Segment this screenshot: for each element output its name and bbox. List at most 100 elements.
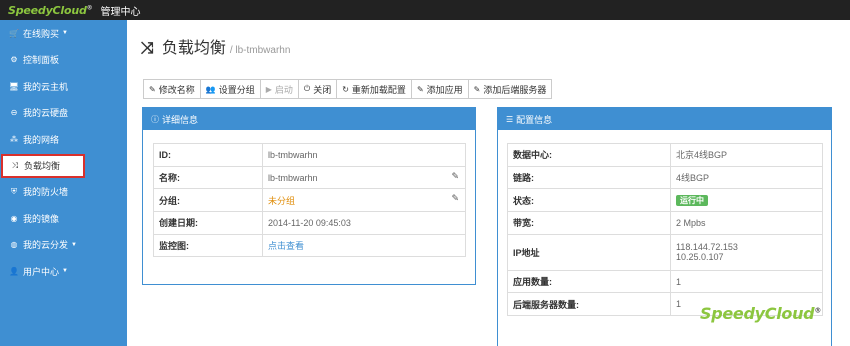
top-bar: SpeedyCloud® 管理中心 (0, 0, 850, 20)
sidebar-item-2[interactable]: 🖥 我的云主机 (0, 73, 127, 100)
row-key: IP地址 (507, 233, 671, 271)
row-value-cell: lb-tmbwarhn (262, 143, 466, 167)
row-key: 分组: (153, 188, 263, 213)
image-icon: ◉ (10, 213, 18, 223)
sidebar-item-6[interactable]: ⛨ 我的防火墙 (0, 179, 127, 206)
toolbar-button-1[interactable]: 👥 设置分组 (199, 79, 261, 99)
sidebar-item-1[interactable]: ⚙ 控制面板 (0, 47, 127, 74)
speedycloud-logo[interactable]: SpeedyCloud® (8, 4, 93, 17)
toolbar-button-label: 重新加载配置 (351, 84, 406, 95)
row-value[interactable]: 点击查看 (268, 241, 304, 251)
detail-panel-header: ⓘ 详细信息 (143, 108, 475, 130)
dashboard-icon: ⚙ (10, 55, 18, 65)
row-value: 2014-11-20 09:45:03 (268, 217, 351, 228)
page-subtitle: / lb-tmbwarhn (229, 45, 291, 56)
action-toolbar: ✎ 修改名称 👥 设置分组 ▶ 启动 ⏻ 关闭 ↻ 重新加载配置 ✎ 添加应用 ✎ 添加后端服务器 (143, 79, 553, 99)
sidebar-item-label: 负载均衡 (24, 161, 61, 171)
user-icon: 👤 (9, 266, 19, 276)
toolbar-button-6[interactable]: ✎ 添加后端服务器 (467, 79, 553, 99)
row-value-cell: 未分组 ✎ (262, 188, 466, 213)
shuffle-icon: ⤨ (11, 160, 19, 170)
row-value: 1 (676, 299, 682, 310)
config-panel-title: 配置信息 (516, 114, 553, 125)
row-value-secondary: 10.25.0.107 (676, 252, 724, 263)
table-row: ID: lb-tmbwarhn (153, 143, 466, 167)
list-icon: ☰ (506, 114, 514, 124)
sidebar-item-label: 我的网络 (23, 134, 60, 145)
table-row: 创建日期: 2014-11-20 09:45:03 (153, 211, 466, 235)
sidebar-item-label: 我的云分发 (23, 240, 69, 251)
sidebar-item-0[interactable]: 🛒 在线购买 ▼ (0, 20, 127, 47)
sidebar-item-8[interactable]: ◍ 我的云分发 ▼ (0, 232, 127, 259)
toolbar-button-4[interactable]: ↻ 重新加载配置 (336, 79, 412, 99)
caret-down-icon: ▼ (71, 241, 77, 248)
network-icon: ⁂ (10, 134, 18, 144)
detail-panel: ⓘ 详细信息 ID: lb-tmbwarhn 名称: lb-tmbwarhn ✎ 分组: 未… (142, 107, 476, 285)
row-value: 118.144.72.153 (676, 242, 738, 253)
info-icon: ⓘ (151, 114, 159, 124)
sidebar-item-9[interactable]: 👤 用户中心 ▼ (0, 258, 127, 285)
row-key: 数据中心: (507, 143, 671, 167)
edit-icon[interactable]: ✎ (451, 193, 459, 204)
row-value: 2 Mpbs (676, 217, 706, 228)
power-icon: ⏻ (303, 84, 311, 93)
table-row: IP地址 118.144.72.153 10.25.0.107 (507, 233, 823, 271)
toolbar-button-label: 启动 (274, 84, 293, 95)
sidebar-item-3[interactable]: ⊖ 我的云硬盘 (0, 100, 127, 127)
sidebar-item-label: 我的云硬盘 (23, 108, 69, 119)
sidebar-item-7[interactable]: ◉ 我的镜像 (0, 205, 127, 232)
toolbar-button-0[interactable]: ✎ 修改名称 (143, 79, 201, 99)
row-value-cell: lb-tmbwarhn ✎ (262, 165, 466, 190)
row-value: 北京4线BGP (676, 150, 728, 161)
speedycloud-watermark-logo: SpeedyCloud® (700, 304, 822, 323)
row-value-cell: 4线BGP (670, 165, 823, 190)
table-row: 监控图: 点击查看 (153, 233, 466, 258)
sidebar-item-label: 我的防火墙 (23, 187, 69, 198)
table-row: 状态: 运行中 (507, 188, 823, 213)
sidebar-item-label: 我的镜像 (23, 213, 60, 224)
caret-down-icon: ▼ (62, 30, 68, 37)
toolbar-button-3[interactable]: ⏻ 关闭 (297, 79, 338, 99)
row-value-cell: 2014-11-20 09:45:03 (262, 211, 466, 235)
toolbar-button-label: 修改名称 (158, 84, 195, 95)
row-key: 链路: (507, 165, 671, 190)
table-row: 带宽: 2 Mpbs (507, 211, 823, 235)
globe-icon: ◍ (10, 240, 18, 250)
detail-panel-title: 详细信息 (162, 114, 199, 125)
toolbar-button-2[interactable]: ▶ 启动 (259, 79, 299, 99)
row-value-cell: 运行中 (670, 188, 823, 213)
cart-icon: 🛒 (9, 28, 19, 38)
status-badge: 运行中 (676, 194, 708, 206)
row-value-cell: 北京4线BGP (670, 143, 823, 167)
row-value-cell: 118.144.72.153 10.25.0.107 (670, 233, 823, 271)
monitor-icon: 🖥 (8, 81, 20, 91)
sidebar-item-label: 我的云主机 (23, 81, 69, 92)
toolbar-button-label: 设置分组 (218, 84, 255, 95)
table-row: 名称: lb-tmbwarhn ✎ (153, 165, 466, 190)
sidebar-item-4[interactable]: ⁂ 我的网络 (0, 126, 127, 153)
sidebar-item-5[interactable]: ⤨ 负载均衡 (1, 153, 85, 178)
row-value-cell: 点击查看 (262, 233, 466, 258)
sidebar-item-label: 控制面板 (23, 55, 60, 66)
app-title: 管理中心 (100, 6, 141, 18)
group-icon: 👥 (205, 84, 216, 94)
toolbar-button-5[interactable]: ✎ 添加应用 (410, 79, 469, 99)
row-key: 监控图: (153, 233, 263, 258)
edit-icon: ✎ (149, 84, 156, 94)
row-value: lb-tmbwarhn (268, 149, 318, 160)
row-value: 未分组 (268, 195, 296, 206)
table-row: 应用数量: 1 (507, 269, 823, 294)
row-key: ID: (153, 143, 263, 167)
table-row: 链路: 4线BGP (507, 165, 823, 190)
row-key: 名称: (153, 165, 263, 190)
reload-icon: ↻ (342, 84, 349, 94)
sidebar: 🛒 在线购买 ▼ ⚙ 控制面板 🖥 我的云主机 ⊖ 我的云硬盘 ⁂ 我的网络 ⤨ 负载均衡 ⛨ 我的防火墙 ◉… (0, 20, 127, 346)
disk-icon: ⊖ (10, 108, 18, 118)
config-table: 数据中心: 北京4线BGP 链路: 4线BGP 状态: 运行中 带宽: 2 Mpbs IP地址 1… (507, 143, 823, 317)
row-value-cell: 1 (670, 269, 823, 294)
toolbar-button-label: 添加后端服务器 (483, 84, 547, 95)
config-panel-header: ☰ 配置信息 (498, 108, 831, 130)
row-value: 4线BGP (676, 173, 710, 184)
row-key: 创建日期: (153, 211, 263, 235)
edit-icon[interactable]: ✎ (451, 171, 459, 182)
